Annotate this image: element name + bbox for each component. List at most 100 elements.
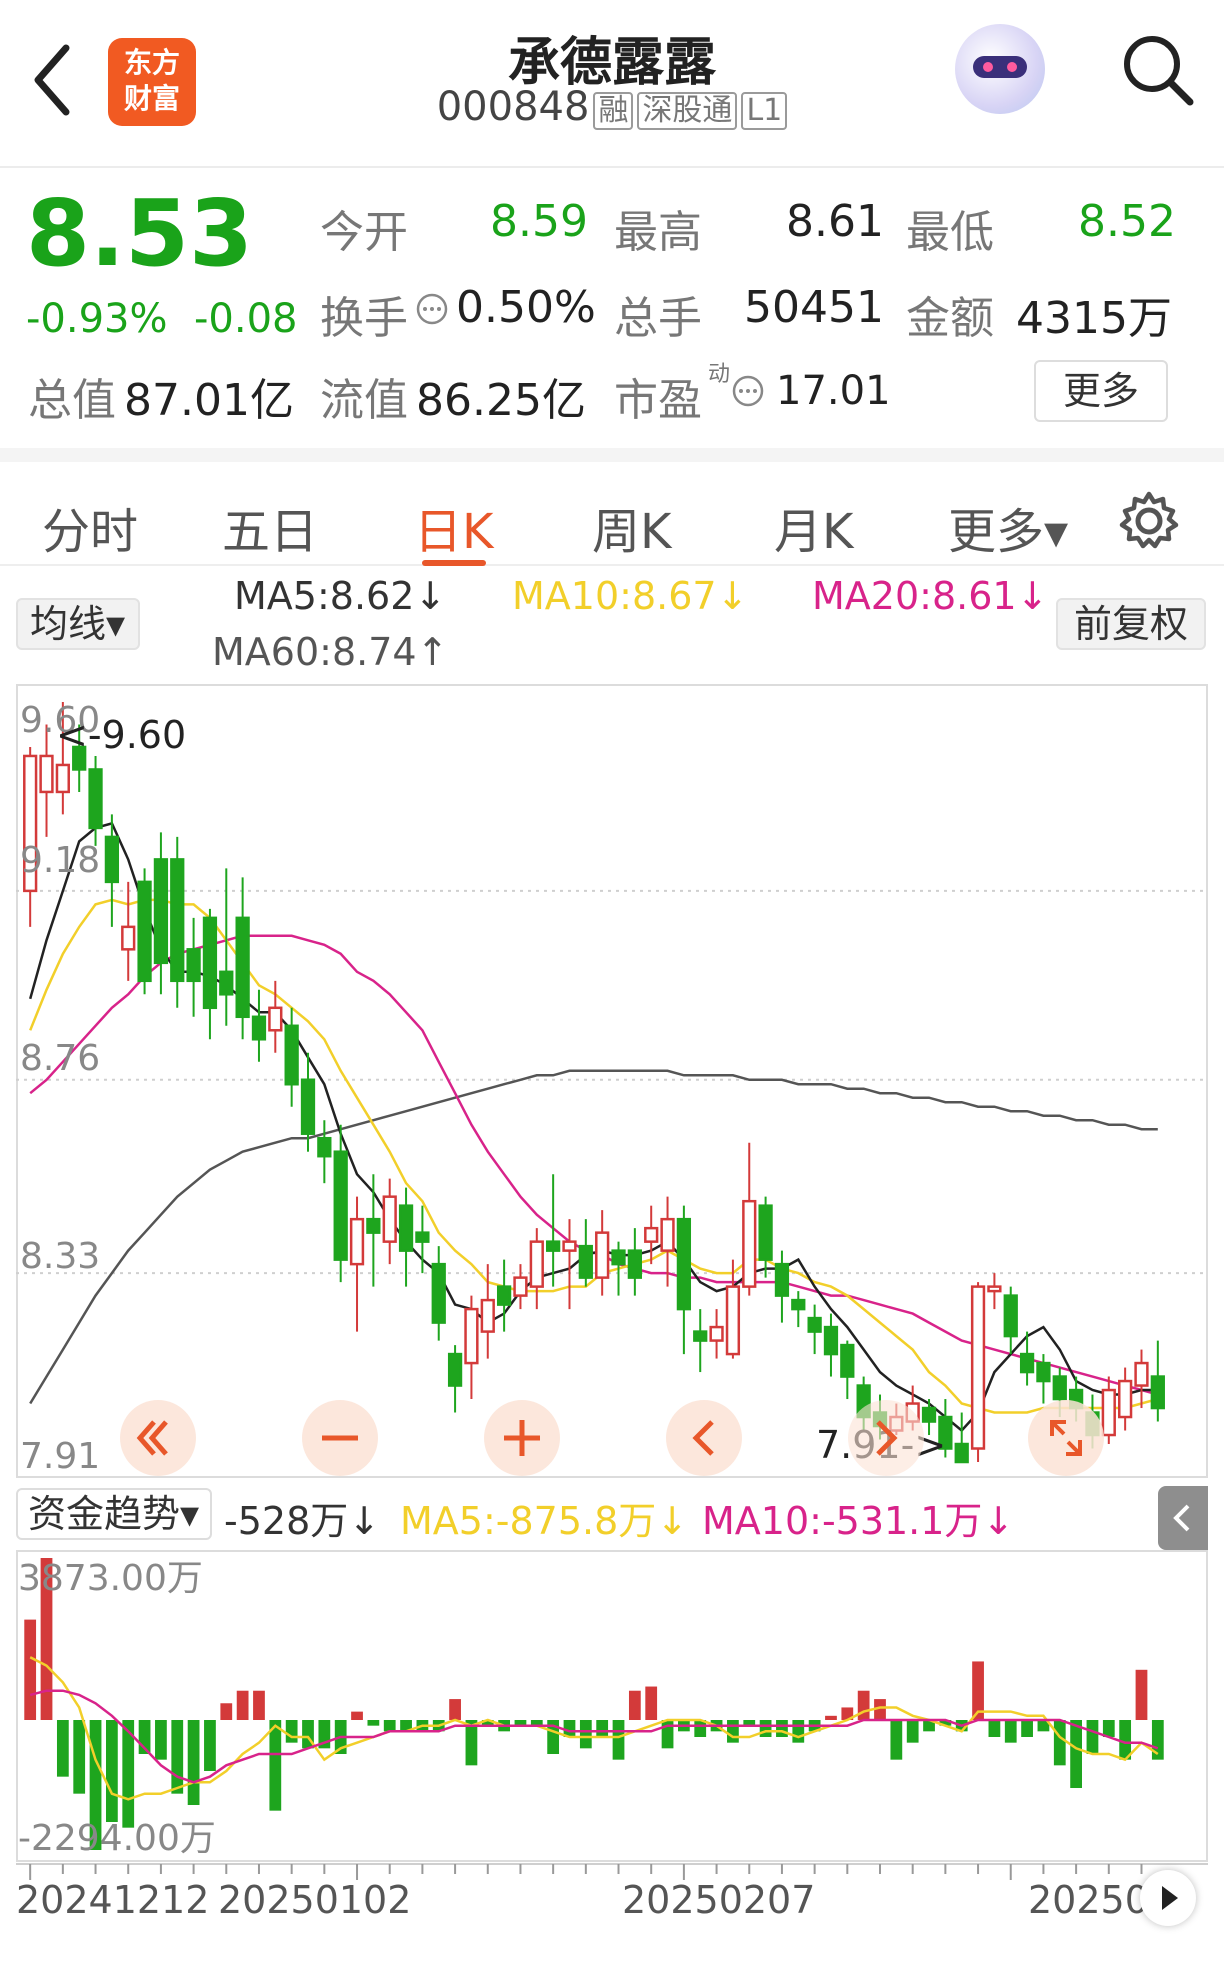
fund-indicator-select[interactable]: 资金趋势▾ <box>16 1488 212 1540</box>
fund-bar-36 <box>612 1720 625 1760</box>
fund-ma10-legend: MA10:-531.1万↓ <box>702 1499 1015 1543</box>
kline-ma-lines <box>28 821 1159 1433</box>
ma5-line <box>28 821 1158 1433</box>
fund-bar-26 <box>449 1699 461 1720</box>
candle-41 <box>693 1309 708 1373</box>
step-forward-button[interactable] <box>848 1400 924 1476</box>
candle-49 <box>823 1313 839 1377</box>
candle-44 <box>742 1142 757 1296</box>
fast-rewind-button[interactable] <box>120 1400 196 1476</box>
tab-more[interactable]: 更多▾ <box>948 492 1068 562</box>
zoom-in-button[interactable] <box>484 1400 560 1476</box>
fund-bar-15 <box>269 1720 282 1811</box>
chevron-left-icon <box>1173 1504 1190 1532</box>
tab-five-day[interactable]: 五日 <box>222 492 318 562</box>
fund-bar-3 <box>73 1720 86 1794</box>
ma60-line <box>29 1069 1158 1405</box>
fullscreen-button[interactable] <box>1028 1400 1104 1476</box>
candle-47 <box>791 1291 806 1328</box>
candle-0 <box>23 746 38 927</box>
candle-16 <box>284 1007 299 1107</box>
fund-y-top: 3873.00万 <box>18 1558 203 1599</box>
fund-bar-13 <box>236 1690 249 1720</box>
step-back-button[interactable] <box>666 1400 742 1476</box>
candle-20 <box>349 1196 365 1332</box>
candle-58 <box>970 1282 986 1462</box>
fund-bar-61 <box>1021 1720 1033 1738</box>
date-label-4: 20250 <box>1028 1878 1149 1922</box>
fund-bar-68 <box>1135 1669 1148 1720</box>
fund-bar-59 <box>988 1720 1001 1738</box>
candle-30 <box>513 1264 528 1310</box>
fund-flow-bars <box>24 1558 1164 1850</box>
pe-value: 17.01 <box>776 368 891 414</box>
fund-bar-54 <box>906 1720 919 1743</box>
pe-label: 市盈 <box>614 375 702 426</box>
candle-38 <box>644 1205 659 1265</box>
indicator-select[interactable]: 均线▾ <box>16 598 140 650</box>
candle-50 <box>840 1340 855 1400</box>
fund-bar-14 <box>253 1690 265 1720</box>
tab-daily-k[interactable]: 日K <box>414 492 493 562</box>
candle-11 <box>202 908 218 1040</box>
candle-57 <box>954 1412 969 1464</box>
search-icon[interactable] <box>1118 30 1198 110</box>
change-percent: -0.93% <box>26 296 168 342</box>
fund-y-bottom: -2294.00万 <box>18 1818 216 1859</box>
candle-29 <box>496 1259 512 1332</box>
candle-48 <box>807 1304 822 1355</box>
candle-40 <box>676 1205 692 1355</box>
robot-assistant-icon[interactable] <box>955 24 1045 114</box>
scroll-right-button[interactable] <box>1140 1870 1196 1926</box>
candle-27 <box>464 1295 479 1400</box>
candle-14 <box>251 989 267 1062</box>
tag-connect: 深股通 <box>637 92 738 130</box>
candle-6 <box>121 881 136 981</box>
amount-label: 金额 <box>906 293 994 344</box>
pe-info-icon[interactable] <box>731 374 765 408</box>
fund-bar-5 <box>106 1720 118 1823</box>
fund-bar-49 <box>825 1715 837 1720</box>
settings-gear-icon[interactable] <box>1118 490 1180 552</box>
fund-bar-22 <box>383 1720 396 1732</box>
high-label: 最高 <box>614 207 702 258</box>
fund-bar-43 <box>727 1720 739 1743</box>
tab-weekly-k[interactable]: 周K <box>592 492 671 562</box>
adjust-price-button[interactable]: 前复权 <box>1056 598 1206 650</box>
candle-60 <box>1003 1286 1018 1355</box>
fund-bar-2 <box>56 1720 69 1777</box>
robot-visor <box>973 56 1027 78</box>
date-label-1: 20241212 <box>16 1878 210 1922</box>
fund-bar-45 <box>759 1720 772 1738</box>
fund-bar-16 <box>285 1720 298 1743</box>
candle-67 <box>1118 1367 1133 1431</box>
fund-bar-39 <box>661 1720 674 1749</box>
ma20-line <box>29 934 1159 1396</box>
candle-18 <box>317 1120 332 1184</box>
last-price: 8.53 <box>26 180 253 287</box>
volume-value: 50451 <box>744 282 884 333</box>
candle-42 <box>709 1309 724 1359</box>
fund-bar-21 <box>367 1720 380 1726</box>
robot-eye-right <box>1007 62 1017 72</box>
fund-bar-20 <box>351 1711 363 1720</box>
zoom-out-button[interactable] <box>302 1400 378 1476</box>
turnover-info-icon[interactable] <box>415 292 449 326</box>
collapse-panel-button[interactable] <box>1158 1486 1208 1550</box>
fund-bar-38 <box>645 1686 658 1720</box>
fund-bar-51 <box>857 1690 870 1720</box>
fund-bar-11 <box>204 1720 216 1772</box>
volume-label: 总手 <box>614 293 702 344</box>
date-label-2: 20250102 <box>218 1878 412 1922</box>
more-quote-button[interactable]: 更多 <box>1034 360 1168 422</box>
tab-monthly-k[interactable]: 月K <box>774 492 853 562</box>
candle-13 <box>235 877 250 1040</box>
fund-bar-64 <box>1070 1720 1082 1789</box>
candle-43 <box>725 1259 741 1359</box>
change-amount: -0.08 <box>194 296 298 342</box>
fund-flow-chart[interactable]: 3873.00万 -2294.00万 <box>16 1550 1208 1862</box>
kline-chart[interactable]: 9.60 9.18 8.76 8.33 7.91 <-9.60 7.91-> <box>16 684 1208 1478</box>
period-tabs: 分时 五日 日K 周K 月K 更多▾ <box>0 448 1224 566</box>
tab-intraday[interactable]: 分时 <box>42 492 138 562</box>
high-value: 8.61 <box>786 196 884 247</box>
